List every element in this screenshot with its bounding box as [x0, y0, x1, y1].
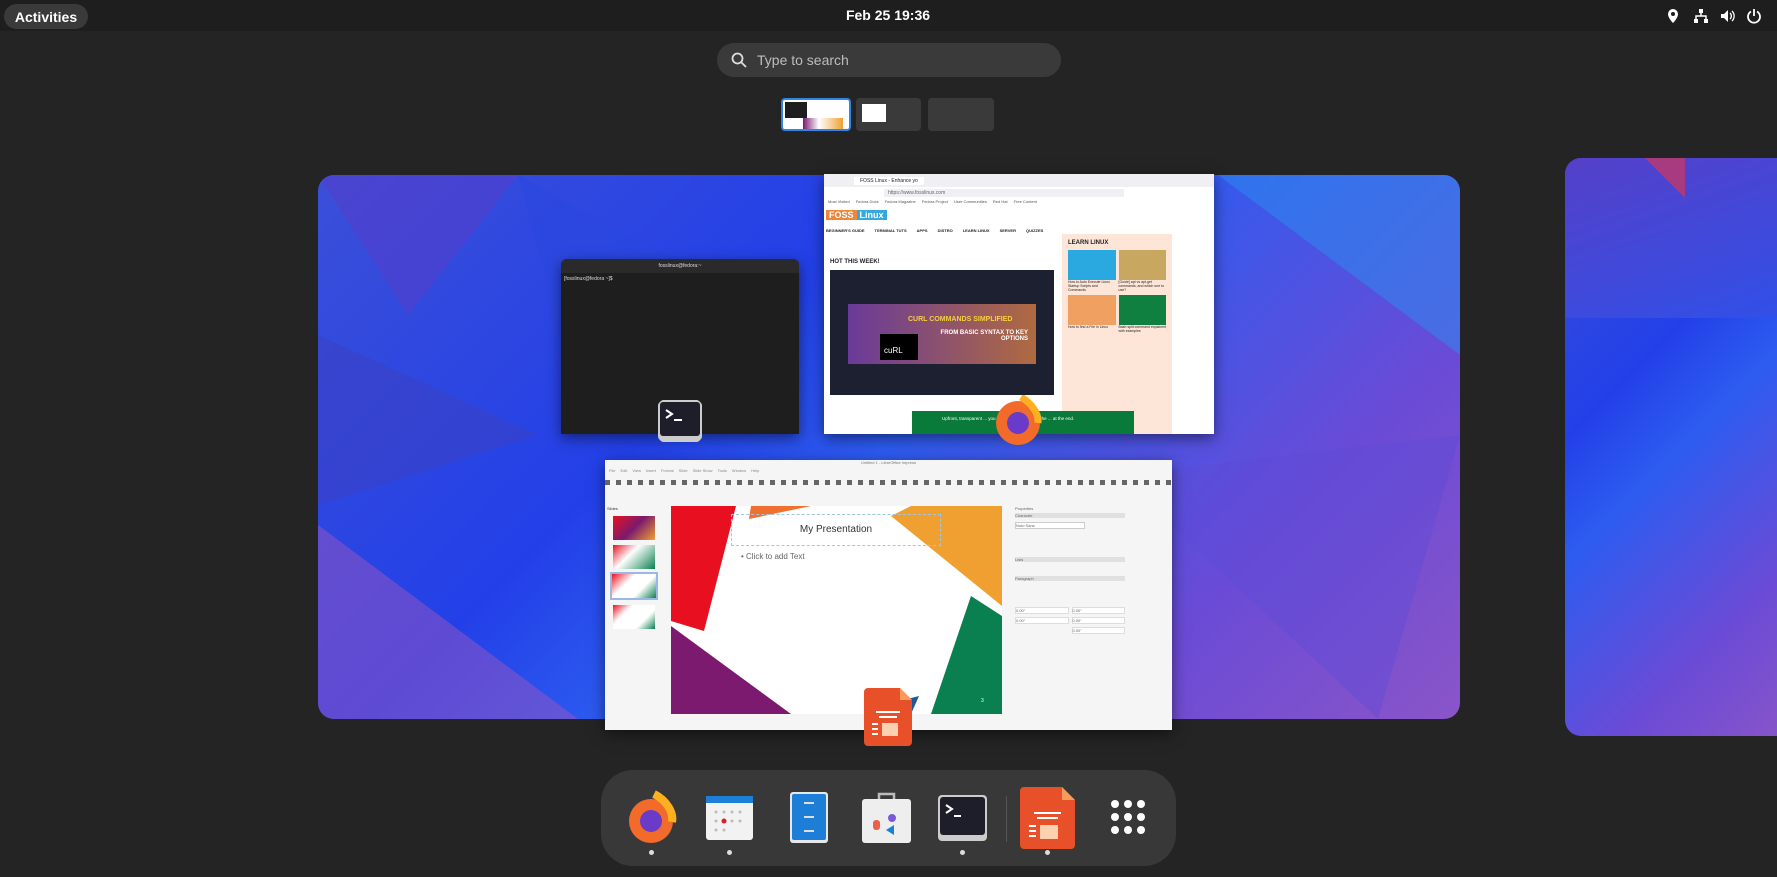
top-bar: Activities Feb 25 19:36 [0, 0, 1777, 31]
slide-thumbnail[interactable] [613, 605, 655, 629]
bookmark[interactable]: User Communities [954, 199, 987, 208]
software-icon[interactable] [859, 790, 914, 845]
slide-number: 3 [981, 698, 984, 704]
nav-link[interactable]: SERVER [1000, 228, 1016, 233]
running-indicator [960, 850, 965, 855]
nav-link[interactable]: BEGINNER'S GUIDE [826, 228, 865, 233]
slide-thumbnail-selected[interactable] [610, 572, 658, 600]
impress-title: Untitled 1 - LibreOffice Impress [860, 460, 917, 465]
indent-field[interactable]: 0.00" [1071, 627, 1125, 634]
featured-banner[interactable]: CURL COMMANDS SIMPLIFIED FROM BASIC SYNT… [830, 270, 1054, 395]
menu-item[interactable]: Window [732, 468, 746, 475]
search-placeholder: Type to search [757, 52, 849, 68]
menu-item[interactable]: Format [661, 468, 674, 475]
menu-item[interactable]: Slide Show [693, 468, 713, 475]
menu-item[interactable]: File [609, 468, 615, 475]
network-icon[interactable] [1693, 8, 1709, 24]
slide-title[interactable]: My Presentation [731, 514, 941, 546]
nav-link[interactable]: TERMINAL TUTS [875, 228, 907, 233]
impress-window-icon [864, 688, 912, 746]
nav-link[interactable]: DISTRO [938, 228, 953, 233]
url-bar[interactable]: https://www.fosslinux.com [884, 189, 1124, 197]
slides-panel-label: Slides [607, 506, 618, 511]
workspace-thumbnail-1[interactable] [781, 98, 851, 131]
menu-item[interactable]: Help [751, 468, 759, 475]
app-grid-icon[interactable] [1101, 790, 1156, 845]
nav-link[interactable]: LEARN LINUX [963, 228, 990, 233]
article-link[interactable]: Bash split command explained with exampl… [1119, 325, 1166, 333]
spacing-field[interactable]: 0.00" [1015, 607, 1069, 614]
dash-dock [601, 770, 1176, 866]
running-indicator [1045, 850, 1050, 855]
dock-separator [1006, 796, 1007, 842]
bookmark[interactable]: Red Hat [993, 199, 1008, 208]
slide-thumbnail[interactable] [613, 516, 655, 540]
search-input[interactable]: Type to search [717, 43, 1061, 77]
terminal-prompt[interactable]: [fosslinux@fedora ~]$ [561, 273, 799, 285]
bookmark[interactable]: Most Visited [828, 199, 850, 208]
spacing-field[interactable]: 0.00" [1015, 617, 1069, 624]
menu-item[interactable]: Tools [718, 468, 727, 475]
running-indicator [649, 850, 654, 855]
learn-linux-sidebar: LEARN LINUX How to Auto Execute Linux St… [1062, 234, 1172, 434]
bookmark[interactable]: Fedora Project [922, 199, 948, 208]
article-link[interactable]: How to find a File in Linux [1068, 325, 1108, 329]
bookmark[interactable]: Free Content [1014, 199, 1037, 208]
menu-item[interactable]: Slide [679, 468, 688, 475]
terminal-window-icon [658, 400, 702, 442]
menu-item[interactable]: Edit [620, 468, 627, 475]
activities-button[interactable]: Activities [4, 4, 88, 29]
bookmark[interactable]: Fedora Magazine [885, 199, 916, 208]
terminal-icon[interactable] [935, 790, 990, 845]
indent-field[interactable]: 0.00" [1071, 617, 1125, 624]
firefox-icon[interactable] [624, 790, 679, 845]
browser-tab[interactable]: FOSS Linux - Enhance yo [854, 176, 924, 185]
properties-sidebar: Properties Character Noto Sans Lists Par… [1015, 506, 1125, 706]
slide-body-placeholder[interactable]: • Click to add Text [741, 552, 805, 561]
bookmark[interactable]: Fedora Docs [856, 199, 879, 208]
bookmarks-bar: Most Visited Fedora Docs Fedora Magazine Fe… [824, 199, 1214, 208]
hot-heading: HOT THIS WEEK! [830, 259, 880, 265]
article-link[interactable]: How to Auto Execute Linux Startup Script… [1068, 280, 1110, 292]
toolbar[interactable] [605, 475, 1172, 499]
terminal-title: fosslinux@fedora:~ [561, 259, 799, 273]
next-workspace-preview[interactable] [1565, 158, 1777, 736]
workspace-thumbnail-2[interactable] [856, 98, 921, 131]
workspace-thumbnail-3[interactable] [928, 98, 994, 131]
impress-icon[interactable] [1020, 787, 1075, 849]
volume-icon[interactable] [1720, 8, 1736, 24]
calendar-icon[interactable] [702, 790, 757, 845]
slide-thumbnail[interactable] [613, 545, 655, 569]
indent-field[interactable]: 0.00" [1071, 607, 1125, 614]
files-icon[interactable] [781, 790, 836, 845]
location-icon[interactable] [1665, 8, 1681, 24]
slide-canvas[interactable]: My Presentation • Click to add Text 3 [671, 506, 1002, 714]
nav-link[interactable]: APPS [917, 228, 928, 233]
menu-item[interactable]: Insert [646, 468, 656, 475]
clock[interactable]: Feb 25 19:36 [800, 7, 976, 23]
menu-bar: File Edit View Insert Format Slide Slide Show T… [605, 468, 1172, 475]
power-icon[interactable] [1746, 8, 1762, 24]
font-name-field[interactable]: Noto Sans [1015, 522, 1085, 529]
search-icon [731, 52, 747, 68]
nav-link[interactable]: QUIZZES [1026, 228, 1043, 233]
firefox-window-icon [996, 395, 1042, 445]
menu-item[interactable]: View [632, 468, 641, 475]
article-link[interactable]: [Guide] apt vs apt-get commands, and whi… [1119, 280, 1165, 292]
site-logo[interactable]: FOSS Linux [824, 208, 1214, 222]
running-indicator [727, 850, 732, 855]
